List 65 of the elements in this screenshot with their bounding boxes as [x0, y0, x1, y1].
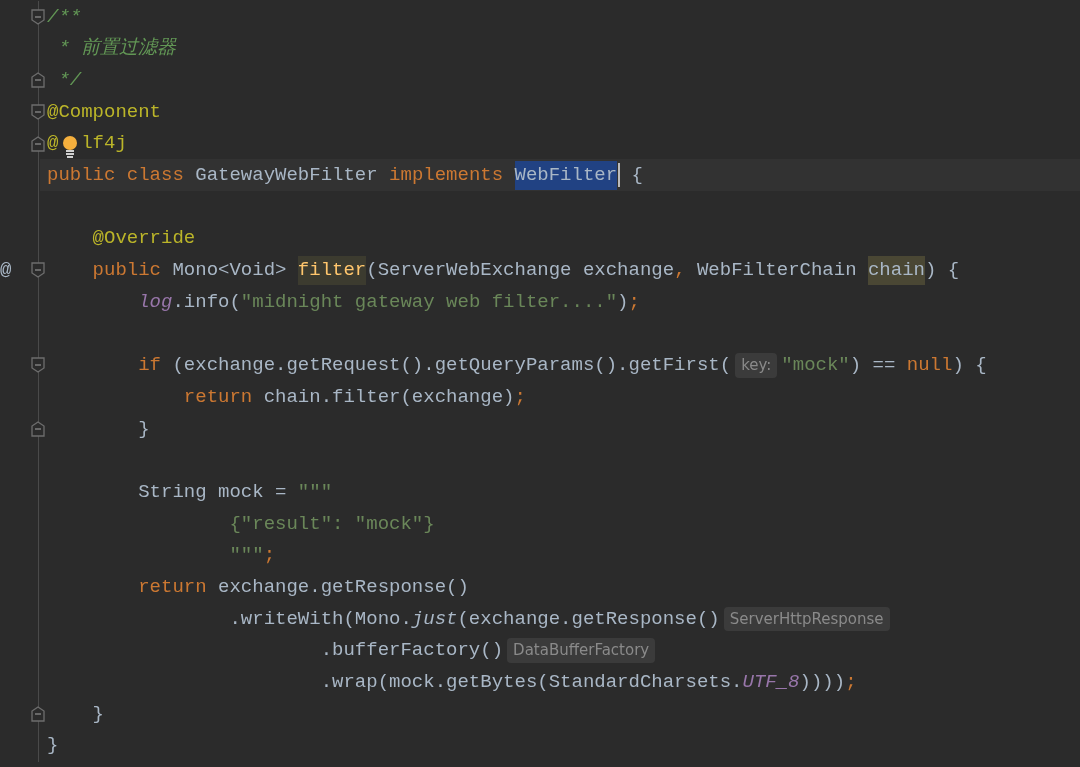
code-text: {: [630, 163, 643, 189]
keyword: ;: [628, 289, 640, 315]
field-name: log: [137, 289, 173, 315]
code-text: String mock =: [137, 479, 288, 505]
annotation: @: [47, 131, 59, 157]
keyword: public: [91, 258, 163, 284]
unfold-icon[interactable]: [31, 72, 45, 89]
unfold-icon[interactable]: [31, 135, 45, 152]
code-comment: * 前置过滤器: [57, 36, 177, 62]
code-text: exchange.getResponse(): [218, 574, 469, 600]
inlay-hint: DataBufferFactory: [507, 638, 656, 663]
string-literal: {"result": "mock"}: [228, 511, 435, 537]
fold-icon[interactable]: [31, 8, 45, 25]
code-text: ) ==: [849, 353, 897, 379]
string-literal: "midnight gateway web filter....": [240, 289, 618, 315]
annotation: @Component: [47, 99, 162, 125]
fold-icon[interactable]: [31, 357, 45, 374]
string-literal: "mock": [781, 353, 850, 379]
keyword: public class: [47, 163, 185, 189]
keyword: if: [137, 353, 163, 379]
keyword: ;: [263, 543, 276, 569]
code-text: .wrap(mock.getBytes(StandardCharsets.: [319, 670, 743, 696]
method-name: filter: [297, 256, 367, 285]
keyword: ;: [845, 670, 857, 696]
code-comment: */: [57, 67, 82, 93]
code-text: .bufferFactory(): [319, 638, 504, 664]
code-text: ): [617, 289, 629, 315]
code-text: ) {: [952, 353, 987, 379]
code-comment: /**: [47, 4, 82, 30]
keyword: null: [906, 353, 953, 379]
code-text: .writeWith(Mono.: [228, 606, 412, 632]
code-text: chain.filter(exchange): [263, 384, 515, 410]
code-text: }: [47, 733, 59, 759]
code-text: ) {: [925, 258, 960, 284]
unfold-icon[interactable]: [31, 705, 45, 722]
code-text: WebFilterChain: [696, 258, 858, 284]
text-caret: [618, 163, 621, 188]
annotation: lf4j: [81, 131, 127, 157]
parameter-name: chain: [867, 256, 925, 285]
inlay-hint: ServerHttpResponse: [723, 606, 890, 632]
keyword: return: [182, 384, 254, 410]
string-literal: """: [297, 479, 333, 505]
unfold-icon[interactable]: [31, 420, 45, 437]
method-name: just: [411, 606, 458, 632]
code-text: }: [137, 416, 150, 442]
code-text: )))): [799, 670, 846, 696]
code-text: GatewayWebFilter: [195, 163, 379, 189]
lightbulb-icon[interactable]: [61, 135, 78, 158]
keyword: ;: [514, 384, 526, 410]
keyword: implements: [389, 163, 505, 189]
code-text: (ServerWebExchange exchange: [366, 258, 675, 284]
code-text: (exchange.getResponse(): [457, 606, 720, 632]
code-text: .info(: [172, 289, 241, 315]
code-text: }: [91, 701, 104, 727]
keyword: return: [137, 574, 208, 600]
override-marker[interactable]: @: [0, 256, 12, 285]
inlay-hint: key:: [735, 353, 778, 378]
field-name: UTF_8: [742, 670, 800, 696]
keyword: ,: [674, 258, 687, 284]
fold-icon[interactable]: [31, 262, 45, 279]
fold-icon[interactable]: [31, 103, 45, 120]
code-text: (exchange.getRequest().getQueryParams().getFirst(: [172, 353, 732, 379]
code-text: Mono<Void>: [172, 258, 288, 284]
annotation: @Override: [91, 226, 196, 252]
string-literal: """: [228, 543, 264, 569]
